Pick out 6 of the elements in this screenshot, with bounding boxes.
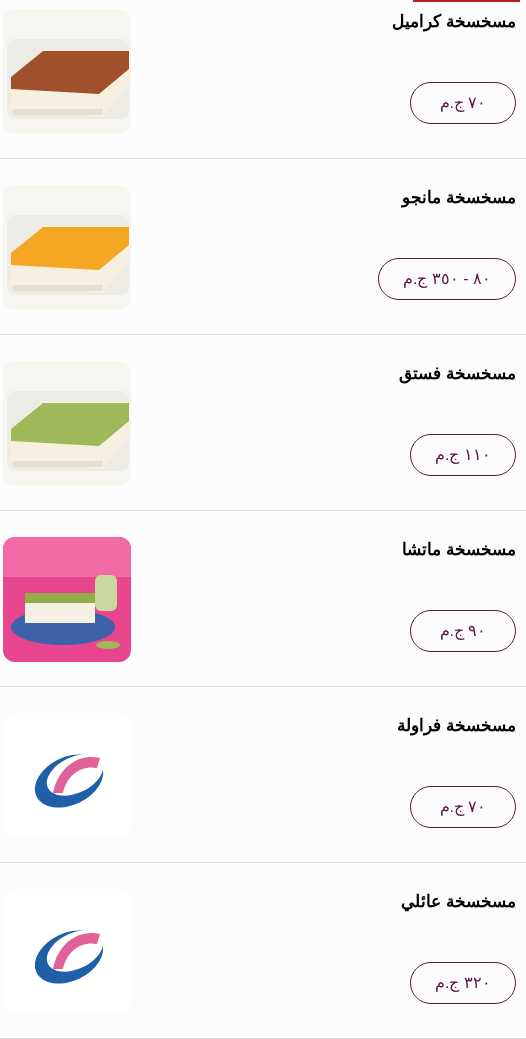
item-name: مسخسخة ماتشا	[402, 539, 516, 561]
item-name: مسخسخة فراولة	[397, 715, 516, 737]
item-name: مسخسخة كراميل	[392, 11, 516, 33]
item-name: مسخسخة عائلي	[401, 891, 516, 913]
item-name: مسخسخة فستق	[399, 363, 516, 385]
item-name: مسخسخة مانجو	[402, 187, 516, 209]
